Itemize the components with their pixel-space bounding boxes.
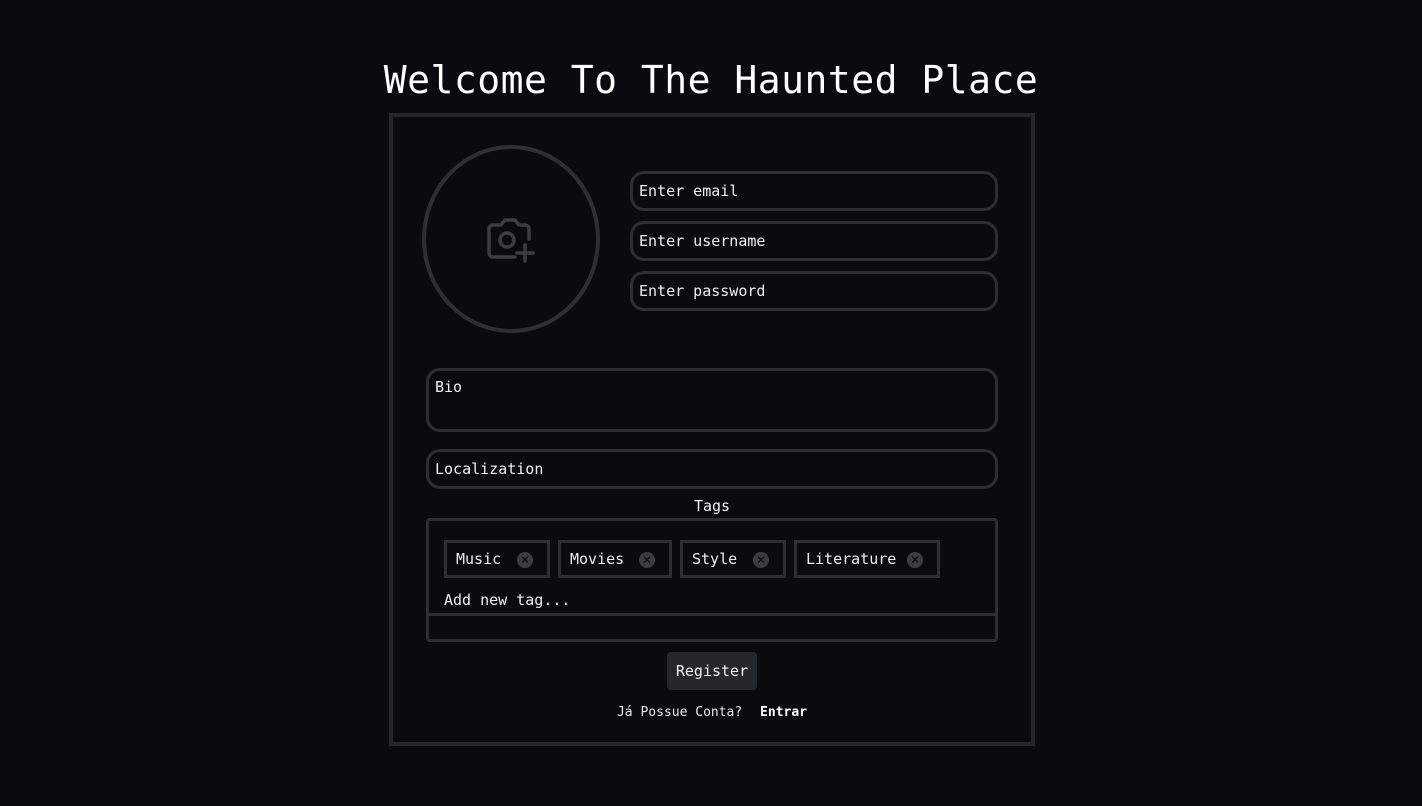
tag-chip: Movies ✕ xyxy=(558,540,672,578)
tag-label: Movies xyxy=(570,550,625,568)
add-tag-input[interactable] xyxy=(444,590,844,610)
tag-chip: Music ✕ xyxy=(444,540,550,578)
login-row: Já Possue Conta? Entrar xyxy=(393,705,1031,720)
avatar-upload[interactable] xyxy=(422,145,600,333)
password-field[interactable] xyxy=(630,271,998,311)
x-circle-icon[interactable]: ✕ xyxy=(907,552,923,568)
username-field[interactable] xyxy=(630,221,998,261)
tags-divider xyxy=(429,613,995,616)
x-circle-icon[interactable]: ✕ xyxy=(517,552,533,568)
email-field[interactable] xyxy=(630,171,998,211)
tag-label: Style xyxy=(692,550,738,568)
page-title: Welcome To The Haunted Place xyxy=(383,58,1039,102)
tags-label: Tags xyxy=(693,497,731,515)
x-circle-icon[interactable]: ✕ xyxy=(753,552,769,568)
login-link[interactable]: Entrar xyxy=(760,705,807,720)
login-prompt: Já Possue Conta? xyxy=(616,705,743,720)
tag-label: Music xyxy=(456,550,502,568)
camera-plus-icon xyxy=(487,218,535,263)
tags-input-box: Music ✕ Movies ✕ Style ✕ Literature ✕ xyxy=(426,518,998,642)
bio-field[interactable] xyxy=(426,368,998,432)
tag-chip: Style ✕ xyxy=(680,540,786,578)
tag-label: Literature xyxy=(806,550,897,568)
x-circle-icon[interactable]: ✕ xyxy=(639,552,655,568)
tag-chip: Literature ✕ xyxy=(794,540,940,578)
localization-field[interactable] xyxy=(426,449,998,489)
register-button[interactable]: Register xyxy=(667,652,757,690)
register-card: Tags Music ✕ Movies ✕ Style ✕ Literature… xyxy=(389,113,1035,746)
